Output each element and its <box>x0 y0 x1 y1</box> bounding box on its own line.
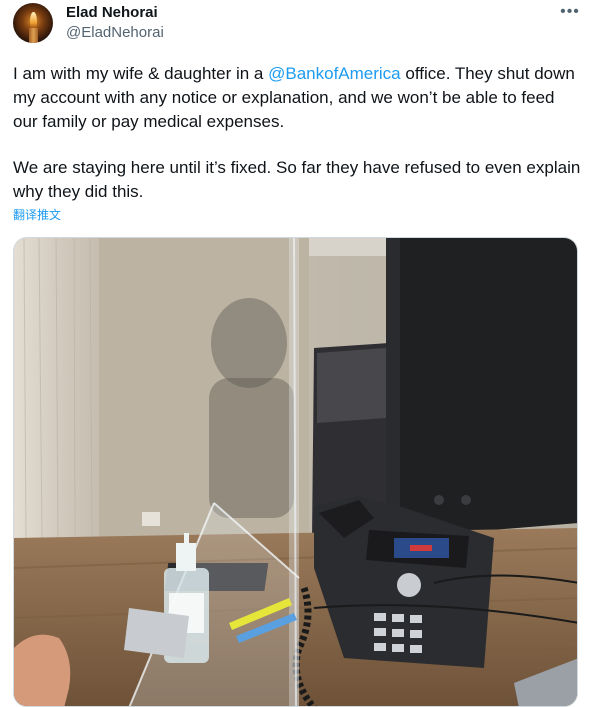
avatar[interactable] <box>13 3 53 43</box>
author-handle[interactable]: @EladNehorai <box>66 24 164 42</box>
translate-tweet-link[interactable]: 翻译推文 <box>13 207 61 223</box>
office-photo-illustration <box>14 238 577 706</box>
mention-link[interactable]: @BankofAmerica <box>268 64 401 83</box>
tweet: Elad Nehorai @EladNehorai ••• I am with … <box>0 0 603 707</box>
tweet-text: I am with my wife & daughter in a @Banko… <box>13 62 583 204</box>
candle <box>29 28 38 43</box>
tweet-paragraph-1: I am with my wife & daughter in a @Banko… <box>13 62 583 134</box>
author-name[interactable]: Elad Nehorai <box>66 4 158 22</box>
tweet-text-part: I am with my wife & daughter in a <box>13 64 269 83</box>
tweet-photo[interactable] <box>13 237 578 707</box>
more-options-icon[interactable]: ••• <box>556 2 584 24</box>
tweet-paragraph-2: We are staying here until it’s fixed. So… <box>13 158 581 201</box>
